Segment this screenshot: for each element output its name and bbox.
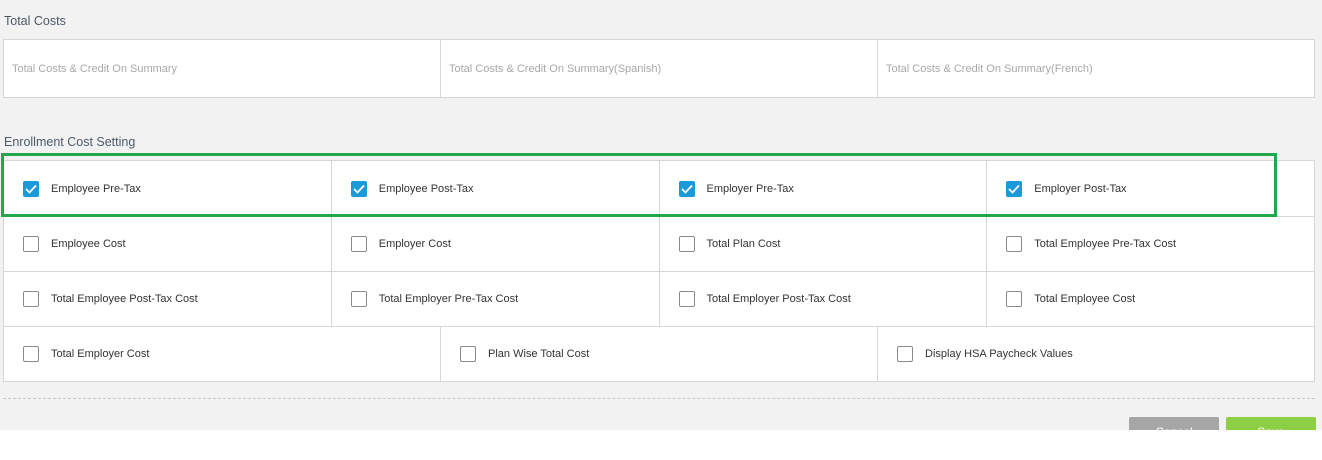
checkmark-icon xyxy=(680,184,693,194)
checkbox-total-employer-pre-tax-cost[interactable] xyxy=(350,291,367,307)
total-costs-row: Total Costs & Credit On Summary Total Co… xyxy=(4,40,1314,97)
total-costs-grid: Total Costs & Credit On Summary Total Co… xyxy=(3,39,1315,98)
settings-panel: Total Costs Total Costs & Credit On Summ… xyxy=(0,0,1322,430)
option-label: Employee Cost xyxy=(51,238,126,250)
option-employee-post-tax[interactable]: Employee Post-Tax xyxy=(330,161,659,216)
checkbox-total-plan-cost[interactable] xyxy=(678,236,695,252)
option-total-employee-post-tax-cost[interactable]: Total Employee Post-Tax Cost xyxy=(4,272,331,326)
option-label: Plan Wise Total Cost xyxy=(488,348,590,360)
total-costs-english-input[interactable]: Total Costs & Credit On Summary xyxy=(4,63,177,75)
enrollment-row: Employee Pre-Tax Employee Post-Tax Employe… xyxy=(4,161,1314,216)
checkbox-total-employee-post-tax-cost[interactable] xyxy=(23,291,39,307)
cancel-button[interactable]: Cancel xyxy=(1129,417,1219,430)
checkbox-employee-post-tax[interactable] xyxy=(350,180,367,197)
option-total-employer-cost[interactable]: Total Employer Cost xyxy=(4,327,440,381)
enrollment-cost-setting-title: Enrollment Cost Setting xyxy=(4,135,136,149)
checkbox-employer-pre-tax[interactable] xyxy=(678,180,695,197)
option-label: Employer Post-Tax xyxy=(1034,182,1127,195)
checkbox-display-hsa-paycheck-values[interactable] xyxy=(897,346,913,362)
option-employee-pre-tax[interactable]: Employee Pre-Tax xyxy=(4,161,331,216)
option-label: Total Employer Post-Tax Cost xyxy=(706,293,851,305)
option-label: Employer Pre-Tax xyxy=(706,182,794,195)
option-label: Total Employee Post-Tax Cost xyxy=(51,293,198,305)
checkbox-employee-pre-tax[interactable] xyxy=(23,180,39,197)
checkmark-icon xyxy=(25,184,37,194)
enrollment-row: Employee Cost Employer Cost Total Plan Cos… xyxy=(4,216,1314,271)
total-costs-french-input[interactable]: Total Costs & Credit On Summary(French) xyxy=(878,63,1093,75)
enrollment-row: Total Employee Post-Tax Cost Total Employ… xyxy=(4,271,1314,326)
option-plan-wise-total-cost[interactable]: Plan Wise Total Cost xyxy=(440,327,877,381)
option-label: Total Employee Pre-Tax Cost xyxy=(1034,238,1177,250)
total-costs-field-spanish[interactable]: Total Costs & Credit On Summary(Spanish) xyxy=(440,40,877,97)
option-label: Total Employer Pre-Tax Cost xyxy=(378,293,519,305)
option-label: Employee Post-Tax xyxy=(378,182,474,195)
save-button[interactable]: Save xyxy=(1226,417,1316,430)
option-label: Display HSA Paycheck Values xyxy=(925,348,1073,360)
checkbox-total-employee-pre-tax-cost[interactable] xyxy=(1006,236,1023,252)
option-display-hsa-paycheck-values[interactable]: Display HSA Paycheck Values xyxy=(877,327,1314,381)
total-costs-spanish-input[interactable]: Total Costs & Credit On Summary(Spanish) xyxy=(441,63,661,75)
option-employee-cost[interactable]: Employee Cost xyxy=(4,217,331,271)
checkmark-icon xyxy=(1008,184,1020,194)
option-total-employer-post-tax-cost[interactable]: Total Employer Post-Tax Cost xyxy=(658,272,987,326)
enrollment-cost-grid: Employee Pre-Tax Employee Post-Tax Employe… xyxy=(3,160,1315,382)
option-total-employee-pre-tax-cost[interactable]: Total Employee Pre-Tax Cost xyxy=(986,217,1314,271)
option-total-plan-cost[interactable]: Total Plan Cost xyxy=(658,217,987,271)
option-label: Employer Cost xyxy=(378,238,451,250)
option-label: Employee Pre-Tax xyxy=(51,182,141,195)
checkbox-total-employer-post-tax-cost[interactable] xyxy=(678,291,695,307)
checkbox-employer-post-tax[interactable] xyxy=(1006,180,1023,197)
checkbox-total-employee-cost[interactable] xyxy=(1006,291,1023,307)
option-label: Total Plan Cost xyxy=(706,238,781,250)
option-total-employee-cost[interactable]: Total Employee Cost xyxy=(986,272,1314,326)
option-employer-post-tax[interactable]: Employer Post-Tax xyxy=(986,161,1314,216)
total-costs-field-french[interactable]: Total Costs & Credit On Summary(French) xyxy=(877,40,1314,97)
checkbox-employee-cost[interactable] xyxy=(23,236,39,252)
enrollment-row: Total Employer Cost Plan Wise Total Cost D… xyxy=(4,326,1314,381)
checkbox-employer-cost[interactable] xyxy=(350,236,367,252)
checkmark-icon xyxy=(353,184,365,194)
total-costs-field-english[interactable]: Total Costs & Credit On Summary xyxy=(4,40,440,97)
option-label: Total Employee Cost xyxy=(1034,293,1136,305)
footer-divider xyxy=(3,398,1315,399)
checkbox-total-employer-cost[interactable] xyxy=(23,346,39,362)
option-employer-pre-tax[interactable]: Employer Pre-Tax xyxy=(658,161,987,216)
option-total-employer-pre-tax-cost[interactable]: Total Employer Pre-Tax Cost xyxy=(330,272,659,326)
option-label: Total Employer Cost xyxy=(51,348,150,360)
option-employer-cost[interactable]: Employer Cost xyxy=(330,217,659,271)
checkbox-plan-wise-total-cost[interactable] xyxy=(460,346,476,362)
total-costs-title: Total Costs xyxy=(4,14,66,28)
